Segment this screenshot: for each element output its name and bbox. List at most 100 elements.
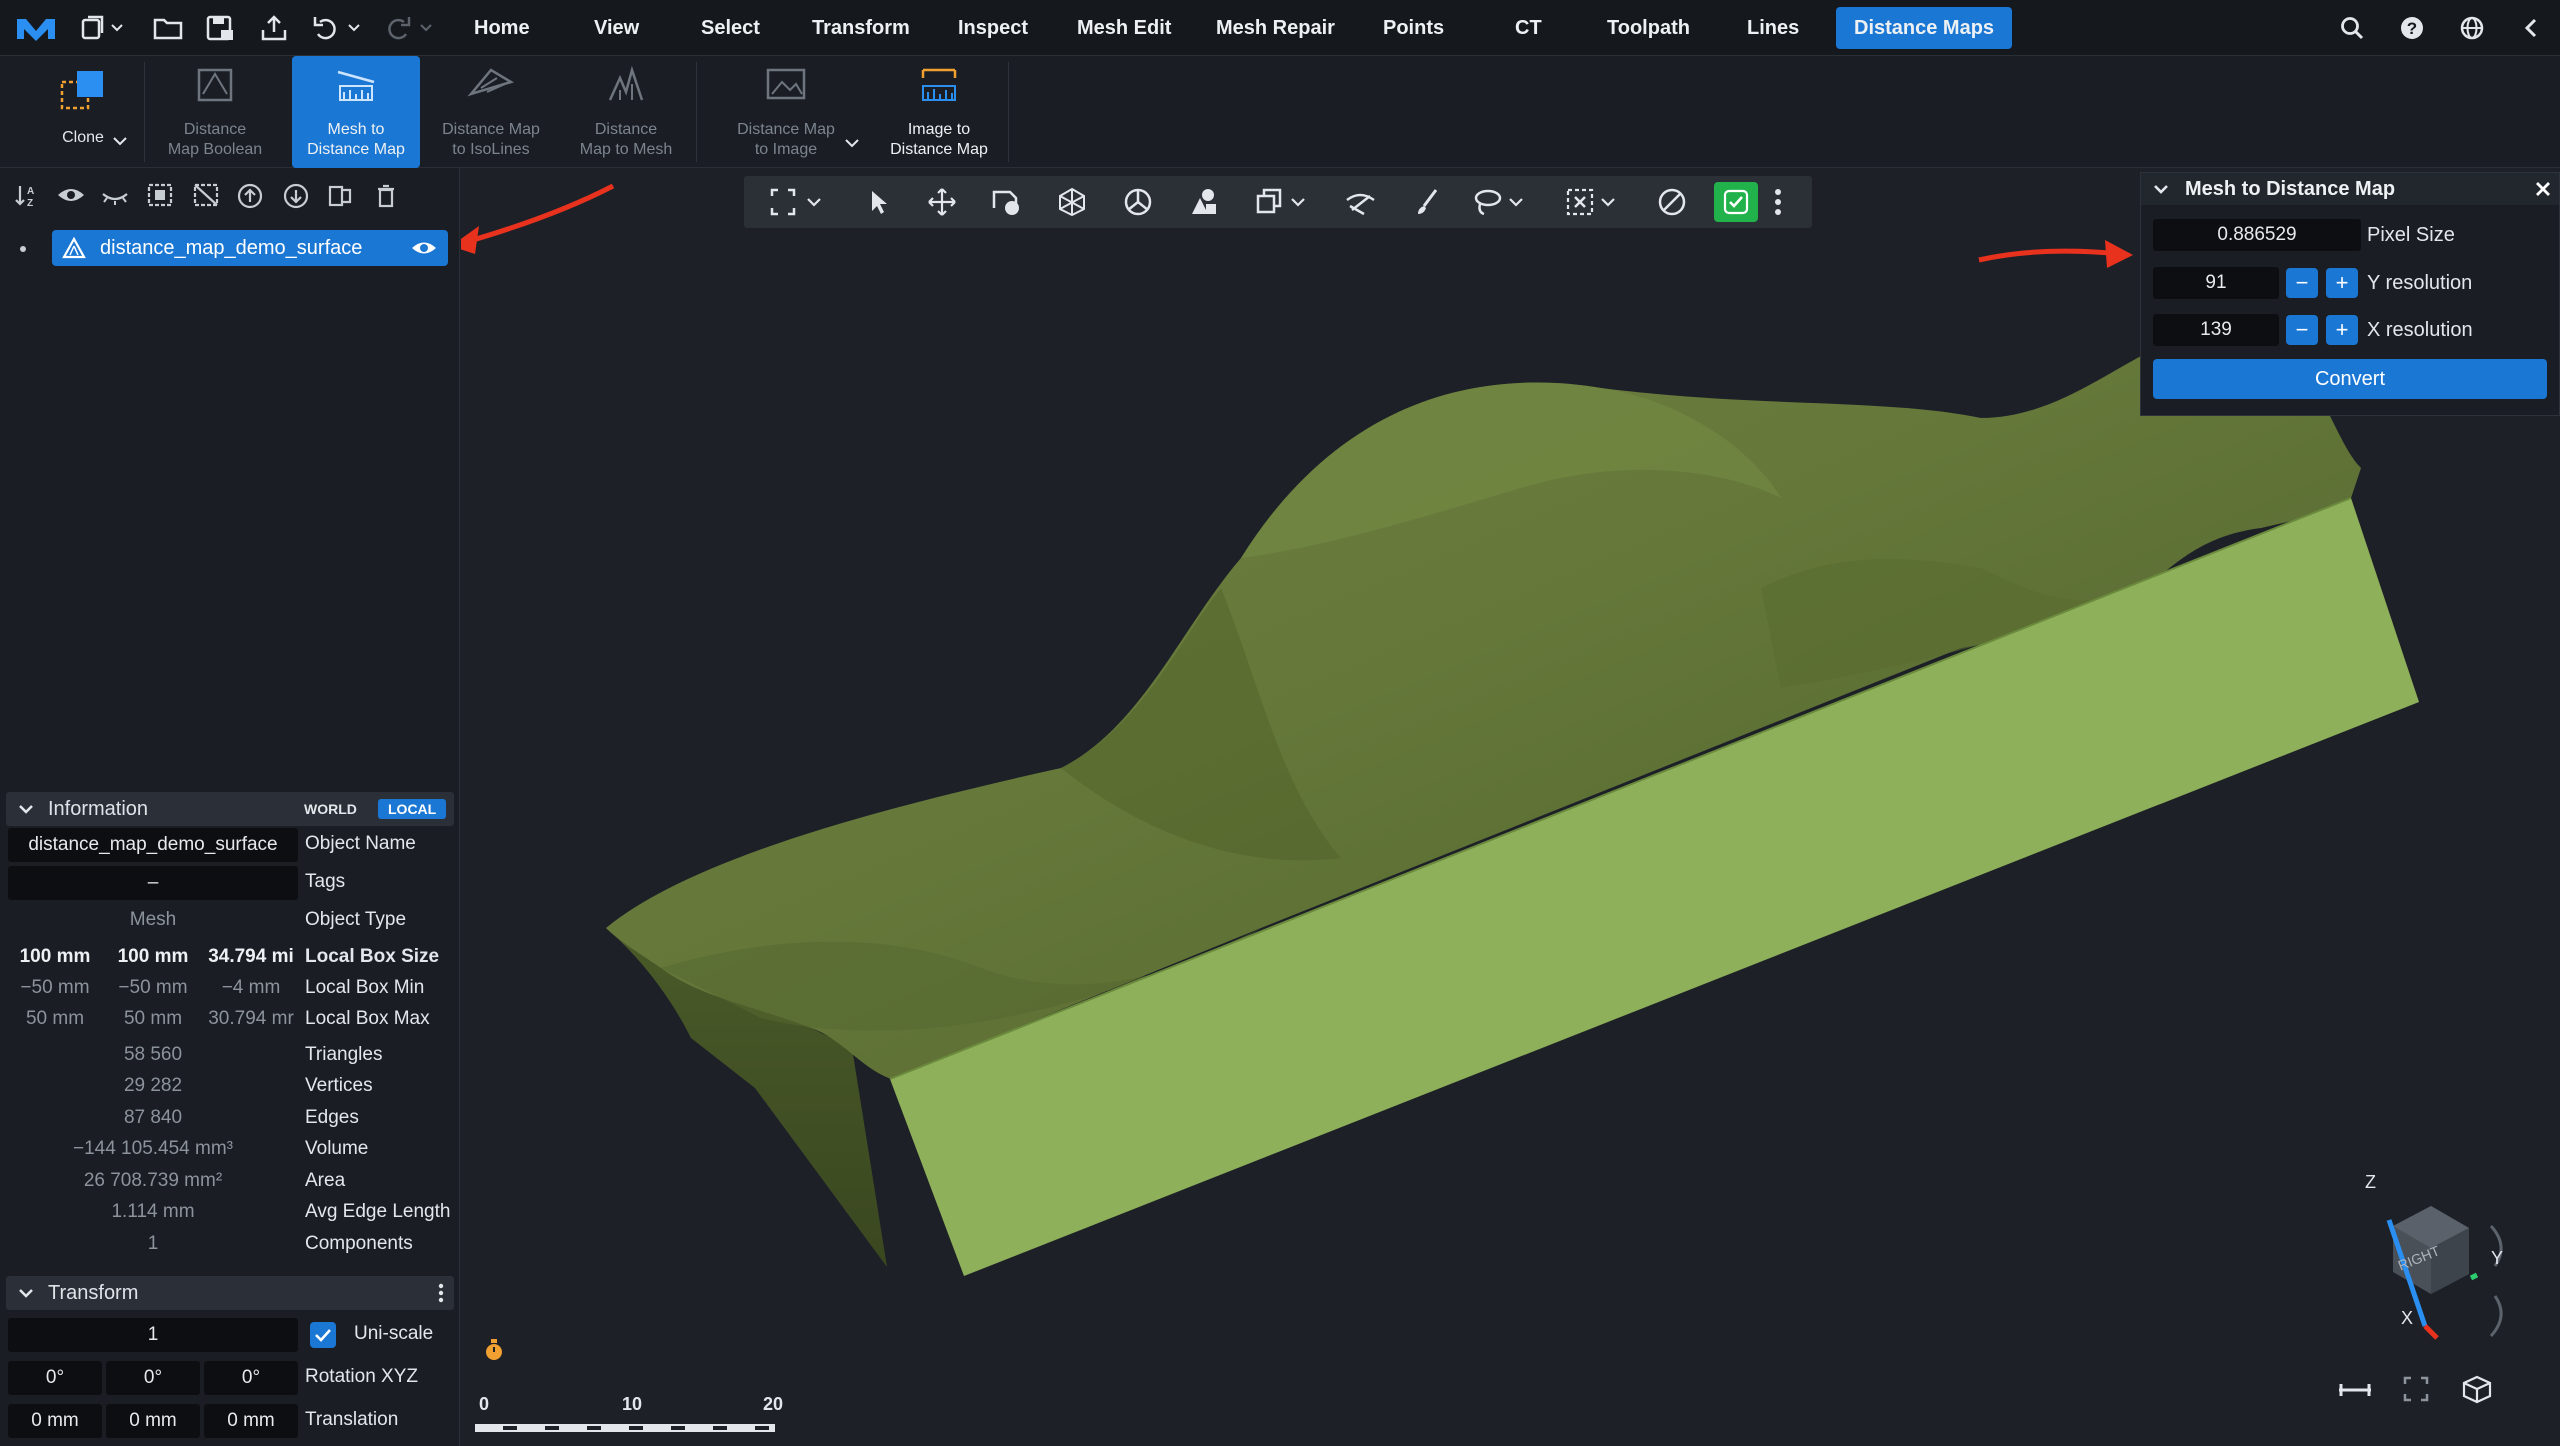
close-icon[interactable]: [2535, 181, 2551, 197]
translation-label: Translation: [305, 1409, 399, 1430]
box-max-y: 50 mm: [123, 1008, 183, 1029]
box-size-y: 100 mm: [117, 946, 189, 967]
convert-button[interactable]: Convert: [2153, 359, 2547, 399]
scene-tree-item[interactable]: distance_map_demo_surface: [52, 230, 448, 266]
distance-map-boolean-button[interactable]: Distance Map Boolean: [146, 56, 284, 168]
menu-toolpath[interactable]: Toolpath: [1607, 0, 1690, 56]
move-up-icon[interactable]: [236, 182, 264, 215]
more-vertical-icon[interactable]: [438, 1283, 444, 1303]
pivot-icon[interactable]: [1122, 186, 1154, 223]
clipping-off-icon[interactable]: [1656, 186, 1688, 223]
view-mode-cube-icon[interactable]: [2461, 1374, 2493, 1409]
svg-text:?: ?: [2407, 19, 2417, 38]
mesh-triangle-icon: [62, 237, 86, 259]
uniscale-label: Uni-scale: [354, 1323, 434, 1344]
box-size-z: 34.794 mi: [208, 946, 294, 967]
shapes-icon[interactable]: [1188, 186, 1220, 223]
select-arrow-icon[interactable]: [864, 186, 892, 223]
clone-dropdown-chevron-icon[interactable]: [112, 134, 128, 152]
clone-icon: [59, 68, 107, 118]
menu-transform[interactable]: Transform: [812, 0, 910, 56]
hide-all-eye-icon[interactable]: [100, 182, 130, 213]
view-cube[interactable]: [2321, 1176, 2521, 1396]
ribbon-toolbar: Clone Distance Map Boolean Mesh to Dista…: [0, 56, 2560, 168]
open-folder-icon[interactable]: [150, 10, 186, 46]
mesh-to-distance-map-button[interactable]: Mesh to Distance Map: [292, 56, 420, 168]
collapse-chevron-icon[interactable]: [2516, 10, 2546, 46]
menu-select[interactable]: Select: [701, 0, 760, 56]
area-label: Area: [305, 1170, 346, 1191]
menu-home[interactable]: Home: [474, 0, 530, 56]
delete-trash-icon[interactable]: [372, 182, 400, 215]
move-icon[interactable]: [926, 186, 958, 223]
menu-lines[interactable]: Lines: [1747, 0, 1799, 56]
menu-mesh-edit[interactable]: Mesh Edit: [1077, 0, 1171, 56]
add-object-icon[interactable]: [990, 186, 1022, 223]
sort-icon[interactable]: AZ: [14, 182, 42, 213]
local-toggle[interactable]: LOCAL: [378, 799, 447, 819]
x-resolution-increment-button[interactable]: +: [2326, 315, 2358, 345]
scale-tick-0: 0: [479, 1394, 490, 1414]
fit-view-icon[interactable]: [2401, 1374, 2431, 1409]
box-select-icon[interactable]: [1564, 186, 1620, 223]
box-min-y: −50 mm: [118, 977, 188, 998]
distance-map-boolean-label-2: Map Boolean: [167, 141, 263, 158]
transform-title: Transform: [48, 1281, 139, 1304]
export-icon[interactable]: [256, 10, 292, 46]
copy-dropdown-icon[interactable]: [1254, 186, 1310, 223]
svg-text:Z: Z: [27, 198, 33, 208]
visibility-eye-icon[interactable]: [410, 237, 438, 259]
y-resolution-increment-button[interactable]: +: [2326, 268, 2358, 298]
brush-icon[interactable]: [1412, 186, 1442, 223]
image-to-distance-map-button[interactable]: Image to Distance Map: [876, 56, 1002, 168]
distance-map-boolean-label-1: Distance: [183, 121, 247, 138]
show-all-eye-icon[interactable]: [56, 182, 86, 213]
vertices-label: Vertices: [305, 1075, 373, 1096]
measure-ruler-icon[interactable]: [2337, 1380, 2373, 1405]
undo-icon[interactable]: [310, 10, 364, 46]
move-down-icon[interactable]: [282, 182, 310, 215]
pixel-size-input[interactable]: 0.886529: [2153, 219, 2361, 251]
duplicate-icon[interactable]: [326, 182, 354, 215]
stopwatch-icon[interactable]: [483, 1338, 505, 1367]
globe-icon[interactable]: [2456, 10, 2488, 46]
menu-distance-maps[interactable]: Distance Maps: [1836, 7, 2013, 49]
search-icon[interactable]: [2336, 10, 2368, 46]
app-logo-icon[interactable]: [12, 10, 60, 46]
more-vertical-icon[interactable]: [1774, 188, 1782, 221]
redo-icon[interactable]: [382, 10, 436, 46]
y-resolution-input[interactable]: 91: [2153, 267, 2279, 299]
distance-map-to-image-button[interactable]: Distance Map to Image: [716, 56, 856, 168]
select-all-icon[interactable]: [146, 182, 174, 213]
hide-icon[interactable]: [1344, 186, 1378, 223]
transform-section-header[interactable]: Transform: [6, 1276, 454, 1310]
box-size-label: Local Box Size: [305, 946, 440, 967]
new-scene-icon[interactable]: [78, 10, 128, 46]
information-section-header[interactable]: Information WORLD LOCAL: [6, 792, 454, 826]
x-resolution-input[interactable]: 139: [2153, 314, 2279, 346]
lasso-icon[interactable]: [1472, 186, 1528, 223]
save-icon[interactable]: [202, 10, 238, 46]
confirm-check-button[interactable]: [1714, 182, 1758, 222]
deselect-icon[interactable]: [192, 182, 220, 213]
menu-points[interactable]: Points: [1383, 0, 1444, 56]
distance-map-to-isolines-button[interactable]: Distance Map to IsoLines: [424, 56, 558, 168]
distance-map-boolean-icon: [193, 64, 237, 110]
distance-map-to-mesh-button[interactable]: Distance Map to Mesh: [562, 56, 690, 168]
image-dropdown-chevron-icon[interactable]: [844, 136, 860, 154]
help-icon[interactable]: ?: [2396, 10, 2428, 46]
world-toggle[interactable]: WORLD: [296, 799, 365, 819]
menu-view[interactable]: View: [594, 0, 639, 56]
x-resolution-decrement-button[interactable]: −: [2286, 315, 2318, 345]
menu-mesh-repair[interactable]: Mesh Repair: [1216, 0, 1335, 56]
menu-ct[interactable]: CT: [1515, 0, 1542, 56]
menu-inspect[interactable]: Inspect: [958, 0, 1028, 56]
distance-map-to-isolines-label-1: Distance Map: [442, 121, 540, 138]
components-value: 1: [147, 1233, 159, 1254]
mesh-icon[interactable]: [1056, 186, 1088, 223]
chevron-down-icon[interactable]: [2153, 183, 2169, 195]
components-label: Components: [305, 1233, 413, 1254]
rotation-label: Rotation XYZ: [305, 1366, 418, 1387]
fit-selection-icon[interactable]: [768, 186, 824, 223]
y-resolution-decrement-button[interactable]: −: [2286, 268, 2318, 298]
